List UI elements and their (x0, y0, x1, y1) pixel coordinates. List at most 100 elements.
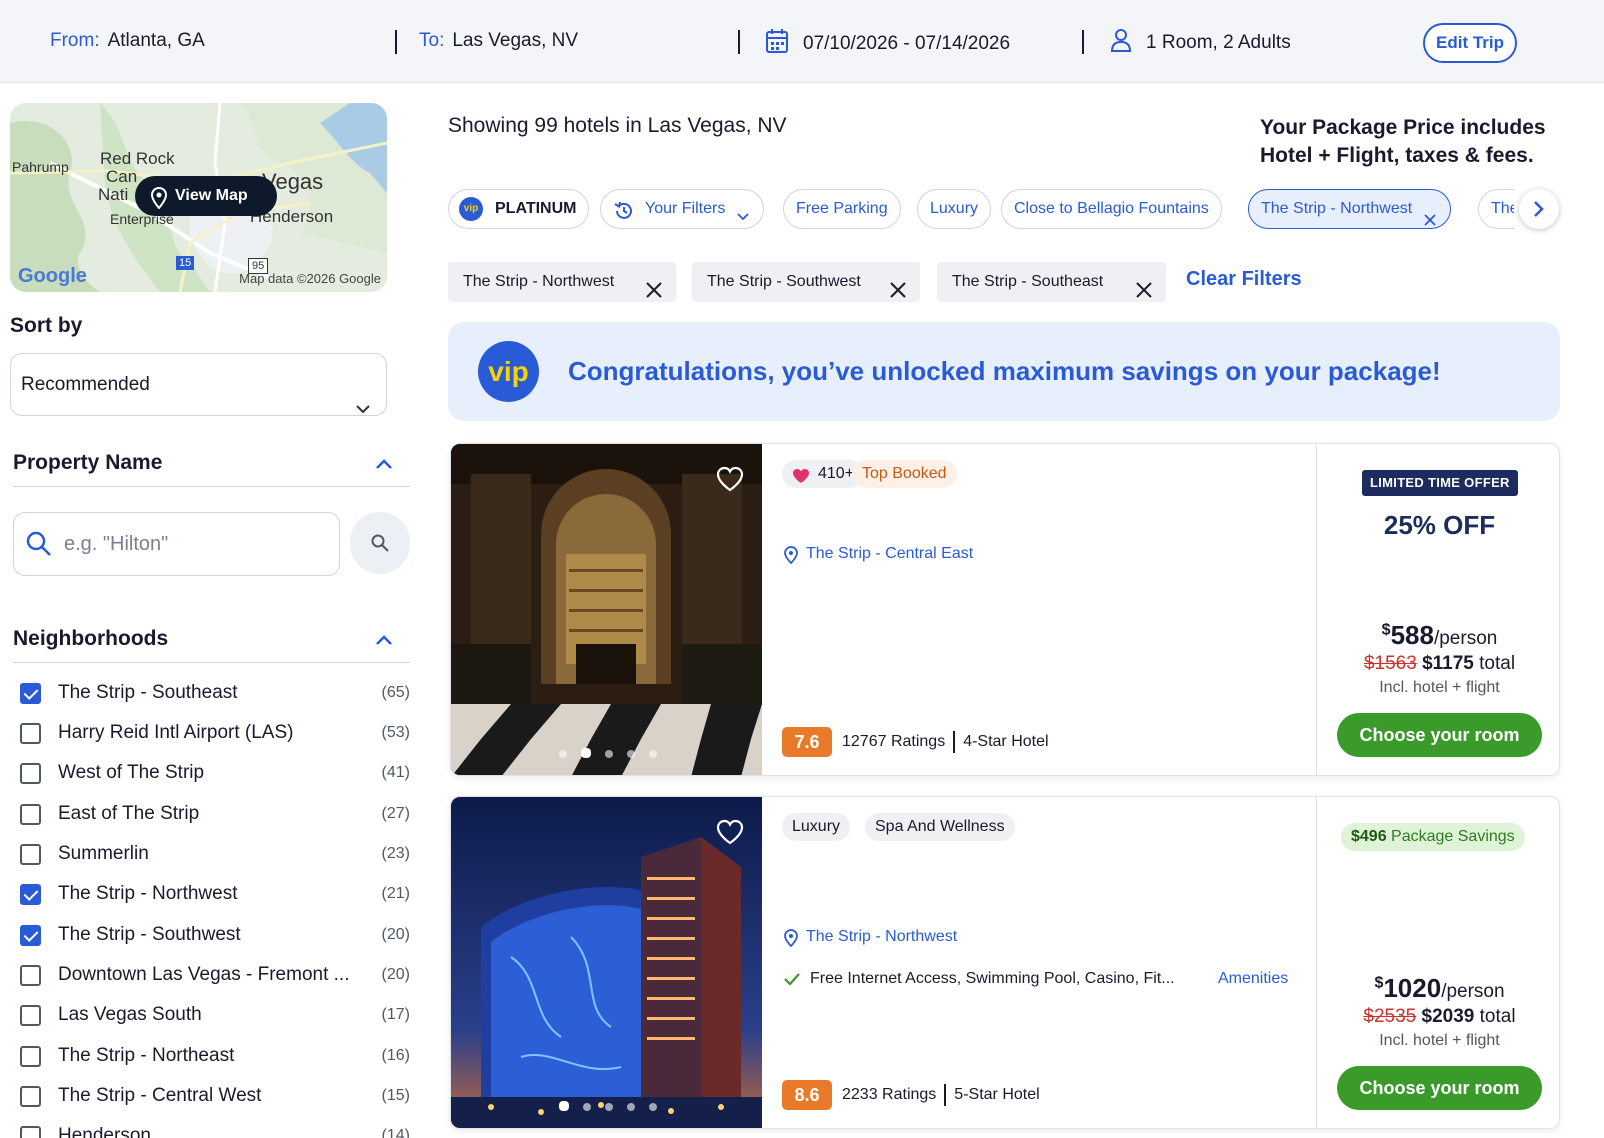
hotel-photo[interactable] (451, 797, 762, 1128)
neighborhood-label: Downtown Las Vegas - Fremont ... (58, 964, 350, 985)
choose-room-button[interactable]: Choose your room (1337, 713, 1542, 757)
checkbox[interactable] (20, 723, 41, 744)
divider (738, 30, 740, 54)
checkbox[interactable] (20, 1046, 41, 1067)
package-note-line: Hotel + Flight, taxes & fees. (1260, 144, 1534, 167)
carousel-dot[interactable] (559, 1101, 569, 1111)
property-name-search (13, 512, 340, 576)
property-name-title: Property Name (13, 451, 163, 474)
neighborhood-option[interactable]: The Strip - Northeast (16) (18, 1043, 410, 1073)
neighborhood-option[interactable]: The Strip - Northwest (21) (18, 881, 410, 911)
checkbox[interactable] (20, 683, 41, 704)
vip-savings-banner: vip Congratulations, you’ve unlocked max… (448, 322, 1560, 421)
neighborhood-option[interactable]: Henderson (14) (18, 1123, 410, 1138)
close-icon[interactable] (890, 274, 906, 314)
chip-scroll-next-button[interactable] (1519, 189, 1559, 229)
per-person-label: /person (1433, 628, 1498, 649)
total-word: total (1479, 653, 1516, 674)
ratings-count[interactable]: 12767 Ratings (842, 733, 945, 750)
neighborhood-option[interactable]: Summerlin (23) (18, 841, 410, 871)
favorite-heart-icon[interactable] (716, 819, 744, 850)
neighborhood-option[interactable]: The Strip - Southeast (65) (18, 680, 410, 710)
ratings-count[interactable]: 2233 Ratings (842, 1086, 936, 1103)
trip-from[interactable]: From: Atlanta, GA (50, 30, 205, 52)
currency-symbol: $ (1381, 621, 1391, 639)
carousel-dot[interactable] (649, 750, 657, 758)
neighborhood-label: The Strip - Southeast (58, 682, 238, 703)
close-icon[interactable] (1136, 274, 1152, 314)
carousel-dot[interactable] (605, 750, 613, 758)
chip-strip-northwest[interactable]: The Strip - Northwest (1248, 189, 1452, 231)
neighborhood-option[interactable]: Las Vegas South (17) (18, 1002, 410, 1032)
checkbox[interactable] (20, 925, 41, 946)
checkbox[interactable] (20, 1126, 41, 1138)
to-value: Las Vegas, NV (452, 30, 579, 51)
property-name-input[interactable] (64, 523, 324, 565)
edit-trip-button[interactable]: Edit Trip (1423, 23, 1517, 63)
dates-value: 07/10/2026 - 07/14/2026 (803, 33, 1011, 55)
checkbox[interactable] (20, 1086, 41, 1107)
hotel-location[interactable]: The Strip - Northwest (784, 928, 957, 947)
chip-bellagio-fountains[interactable]: Close to Bellagio Fountains (1001, 189, 1222, 229)
neighborhood-option[interactable]: West of The Strip (41) (18, 760, 410, 790)
chip-platinum[interactable]: vip PLATINUM (448, 189, 590, 229)
checkbox[interactable] (20, 804, 41, 825)
hotel-details: 410+ Top Booked The Strip - Central East… (762, 444, 1316, 775)
hotel-photo[interactable] (451, 444, 762, 775)
neighborhood-option[interactable]: Harry Reid Intl Airport (LAS) (53) (18, 720, 410, 750)
map-preview[interactable]: Pahrump Red Rock Can Nati Vegas Enterpri… (10, 103, 387, 292)
checkbox[interactable] (20, 965, 41, 986)
carousel-dot[interactable] (583, 1103, 591, 1111)
neighborhood-option[interactable]: Downtown Las Vegas - Fremont ... (20) (18, 962, 410, 992)
property-search-button[interactable] (350, 512, 410, 574)
neighborhood-count: (53) (381, 724, 410, 741)
neighborhood-option[interactable]: The Strip - Central West (15) (18, 1083, 410, 1113)
hotel-rating: 8.6 2233 Ratings 5-Star Hotel (782, 1080, 1040, 1110)
hotel-location[interactable]: The Strip - Central East (784, 545, 973, 564)
chip-your-filters[interactable]: Your Filters (600, 189, 765, 229)
carousel-dot[interactable] (559, 750, 567, 758)
amenities-link[interactable]: Amenities (1218, 970, 1288, 988)
neighborhood-label: Harry Reid Intl Airport (LAS) (58, 722, 294, 743)
favorite-heart-icon[interactable] (716, 466, 744, 497)
chevron-up-icon[interactable] (376, 632, 392, 650)
applied-filter-label: The Strip - Southeast (952, 273, 1104, 290)
carousel-dot[interactable] (627, 750, 635, 758)
checkbox[interactable] (20, 884, 41, 905)
chip-luxury[interactable]: Luxury (917, 189, 992, 229)
carousel-dot[interactable] (649, 1103, 657, 1111)
trip-guests[interactable]: 1 Room, 2 Adults (1110, 28, 1291, 58)
hotel-card[interactable]: 410+ Top Booked The Strip - Central East… (450, 443, 1560, 776)
chevron-down-icon (356, 378, 370, 439)
from-value: Atlanta, GA (107, 30, 205, 51)
to-label: To: (419, 30, 445, 51)
view-map-button[interactable]: View Map (135, 176, 277, 216)
trip-to[interactable]: To: Las Vegas, NV (419, 30, 578, 52)
neighborhood-option[interactable]: The Strip - Southwest (20) (18, 922, 410, 952)
chevron-up-icon[interactable] (376, 456, 392, 474)
chip-overflow[interactable]: The (1478, 189, 1514, 229)
carousel-dots[interactable] (559, 745, 671, 763)
close-icon[interactable] (646, 274, 662, 314)
neighborhood-label: Las Vegas South (58, 1004, 202, 1025)
carousel-dot[interactable] (581, 748, 591, 758)
close-icon[interactable] (1424, 203, 1436, 231)
choose-room-button[interactable]: Choose your room (1337, 1066, 1542, 1110)
checkbox[interactable] (20, 844, 41, 865)
checkbox[interactable] (20, 1005, 41, 1026)
clear-filters-link[interactable]: Clear Filters (1186, 268, 1302, 291)
trip-dates[interactable]: 07/10/2026 - 07/14/2026 (765, 28, 1010, 60)
divider (395, 30, 397, 54)
carousel-dot[interactable] (605, 1103, 613, 1111)
amenities-list: Free Internet Access, Swimming Pool, Cas… (810, 970, 1175, 987)
carousel-dots[interactable] (559, 1098, 671, 1116)
checkbox[interactable] (20, 763, 41, 784)
map-place-pahrump: Pahrump (12, 159, 69, 175)
carousel-dot[interactable] (627, 1103, 635, 1111)
applied-filter-label: The Strip - Northwest (463, 273, 615, 290)
neighborhood-option[interactable]: East of The Strip (27) (18, 801, 410, 831)
sort-select[interactable]: Recommended (10, 353, 387, 416)
chip-free-parking[interactable]: Free Parking (783, 189, 901, 229)
hotel-card[interactable]: Luxury Spa And Wellness The Strip - Nort… (450, 796, 1560, 1129)
filter-chip-row: vip PLATINUM Your Filters Free Parking Lu… (448, 189, 1514, 231)
